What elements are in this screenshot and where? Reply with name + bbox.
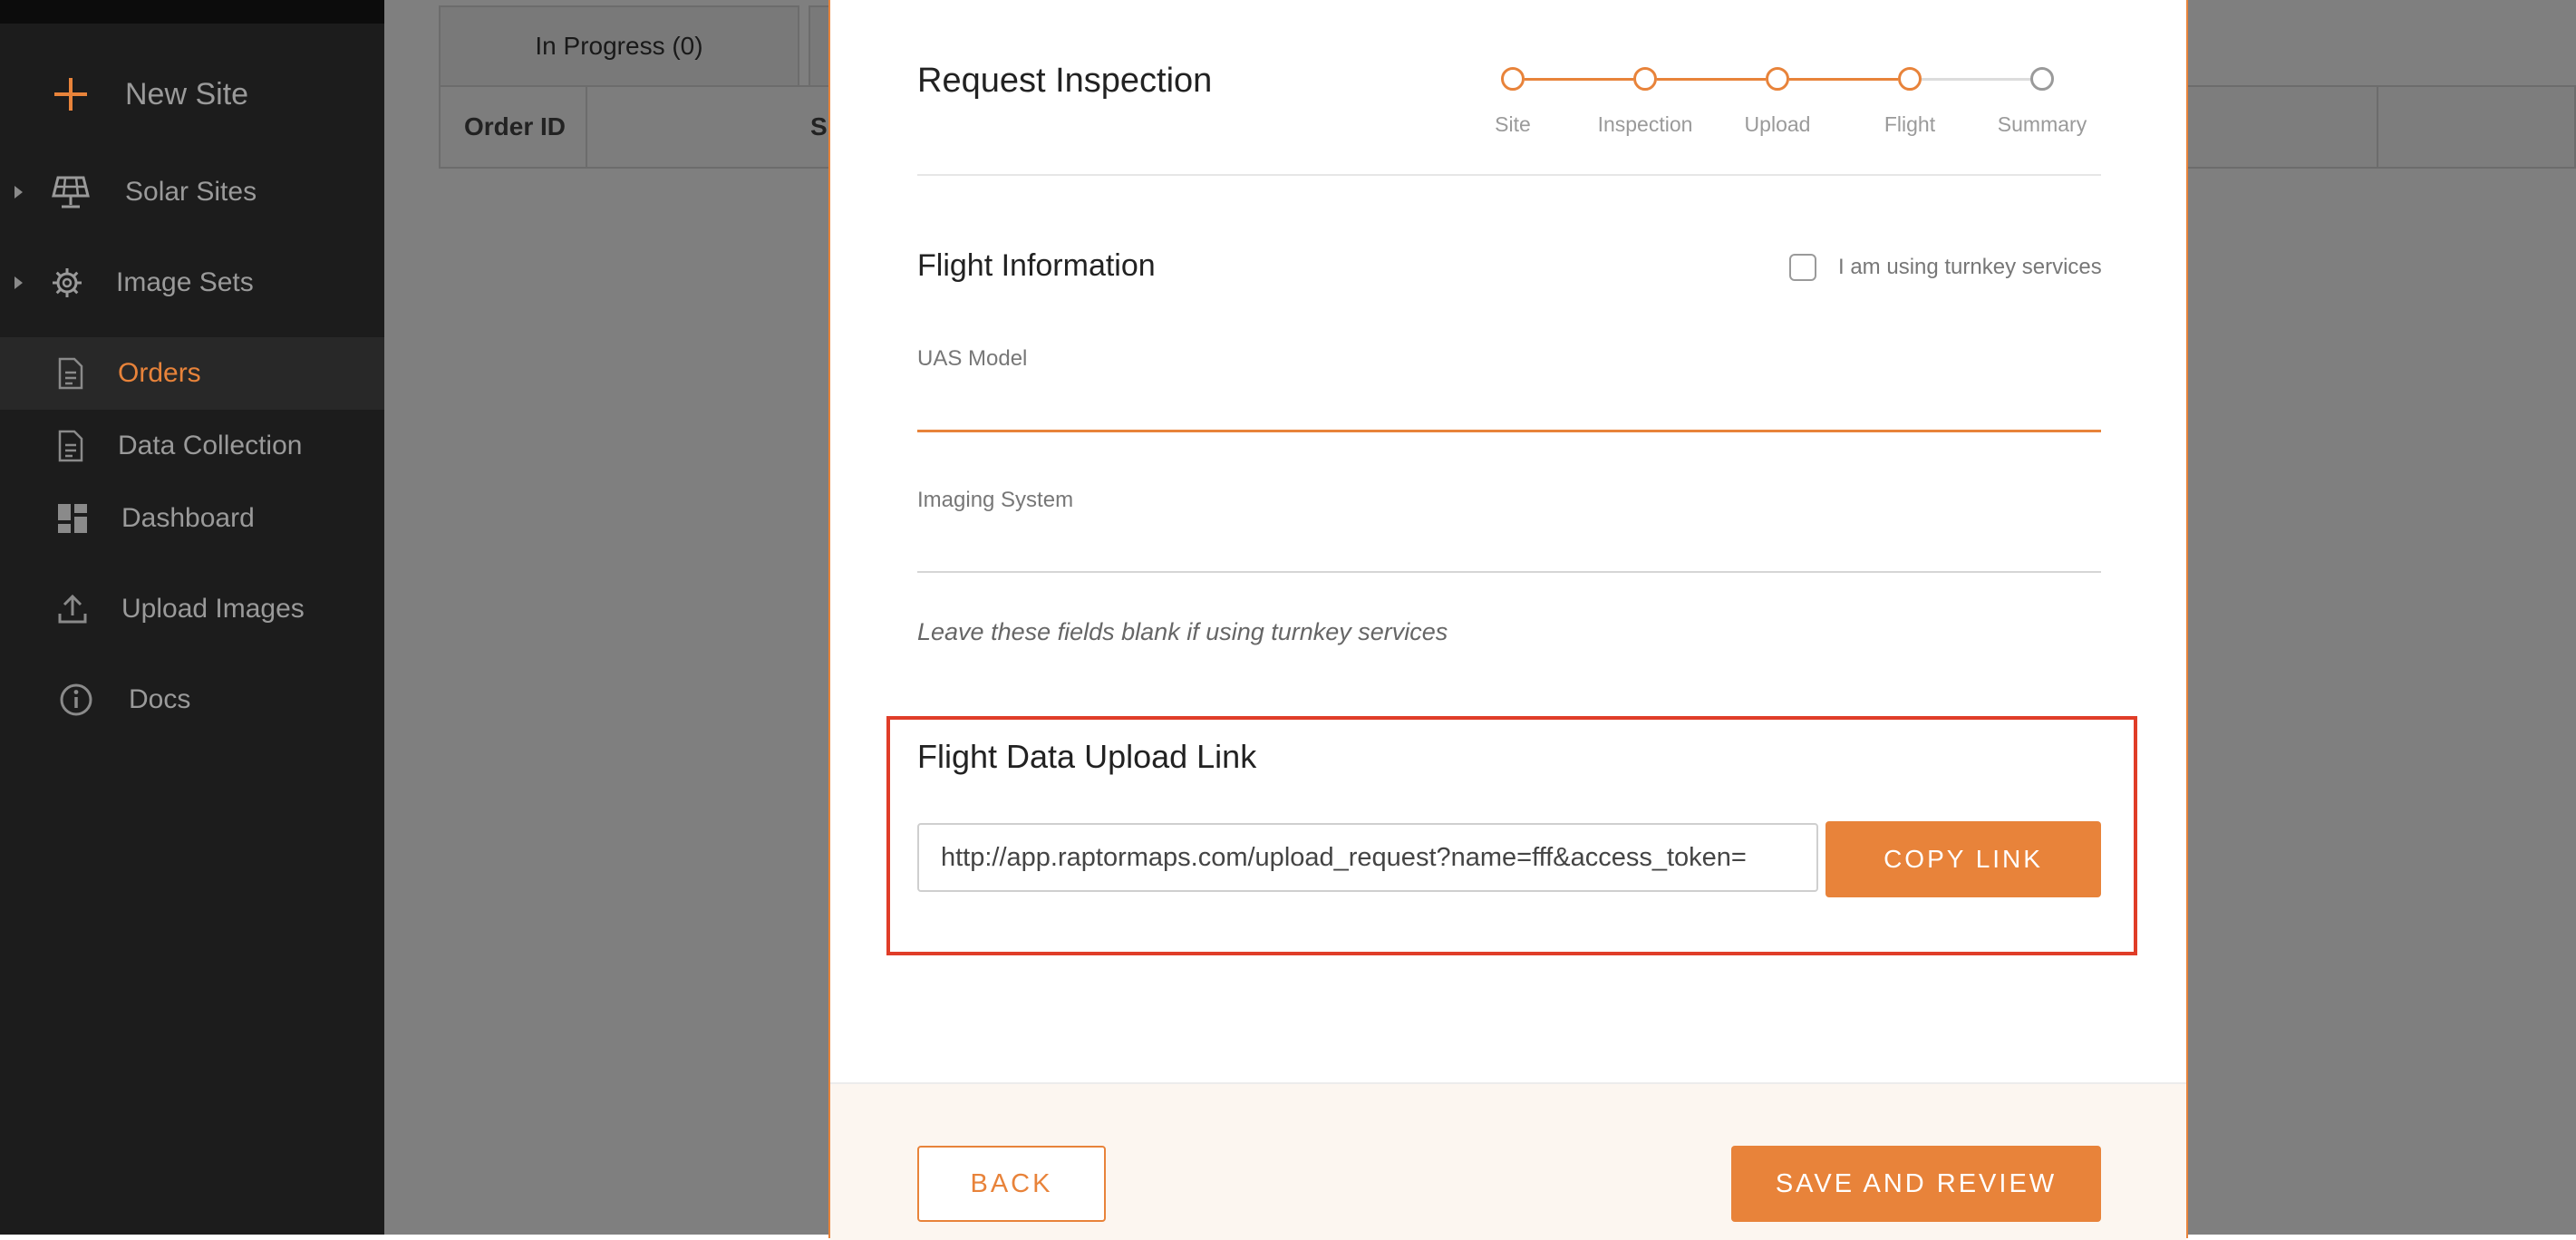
step-connector [1922, 78, 2030, 81]
step-label-summary: Summary [1997, 112, 2087, 136]
plus-icon [51, 74, 91, 114]
step-dot-flight[interactable] [1898, 67, 1922, 91]
modal-title: Request Inspection [917, 62, 1213, 100]
step-connector [1657, 78, 1766, 81]
step-dot-summary[interactable] [2030, 67, 2054, 91]
imaging-system-label: Imaging System [917, 488, 1074, 512]
uas-model-label: UAS Model [917, 346, 1028, 371]
sidebar-item-label: Solar Sites [125, 177, 257, 207]
upload-icon [53, 589, 92, 629]
request-inspection-modal: Request Inspection Site Inspection Uploa… [828, 0, 2188, 1240]
solar-panel-icon [51, 172, 91, 212]
gear-icon [47, 263, 87, 303]
sidebar-item-image-sets[interactable]: Image Sets [0, 247, 384, 319]
turnkey-services-option[interactable]: I am using turnkey services [1789, 254, 2102, 281]
dashboard-icon [53, 499, 92, 538]
turnkey-label: I am using turnkey services [1838, 255, 2102, 279]
document-icon [51, 354, 91, 393]
sidebar-item-dashboard[interactable]: Dashboard [0, 482, 384, 555]
turnkey-checkbox[interactable] [1789, 254, 1816, 281]
sidebar-item-docs[interactable]: Docs [0, 664, 384, 736]
step-label-flight: Flight [1884, 112, 1936, 136]
sidebar-item-label: New Site [125, 76, 249, 111]
sidebar-item-data-collection[interactable]: Data Collection [0, 410, 384, 482]
sidebar-item-new-site[interactable]: New Site [0, 58, 384, 131]
step-label-site: Site [1495, 112, 1531, 136]
step-connector [1525, 78, 1633, 81]
sidebar-item-label: Docs [129, 684, 191, 714]
step-dot-site[interactable] [1501, 67, 1525, 91]
modal-footer: BACK SAVE AND REVIEW [830, 1082, 2186, 1240]
sidebar-item-label: Upload Images [121, 594, 305, 624]
step-dot-inspection[interactable] [1633, 67, 1657, 91]
sidebar-item-label: Dashboard [121, 503, 255, 533]
info-icon [56, 680, 96, 720]
sidebar: New Site Solar Sites Image Sets Orders D… [0, 0, 384, 1235]
imaging-system-input[interactable] [917, 520, 2101, 571]
sidebar-item-solar-sites[interactable]: Solar Sites [0, 156, 384, 228]
sidebar-item-upload-images[interactable]: Upload Images [0, 573, 384, 645]
flight-information-title: Flight Information [917, 248, 1156, 283]
step-dot-upload[interactable] [1766, 67, 1789, 91]
title-divider [917, 174, 2101, 176]
turnkey-hint: Leave these fields blank if using turnke… [917, 618, 1448, 645]
sidebar-top-bar [0, 0, 384, 24]
copy-link-button[interactable]: COPY LINK [1825, 821, 2101, 897]
step-label-upload: Upload [1744, 112, 1811, 136]
save-and-review-button[interactable]: SAVE AND REVIEW [1731, 1146, 2101, 1222]
step-connector [1789, 78, 1898, 81]
uas-model-input[interactable] [917, 379, 2101, 430]
sidebar-item-label: Orders [118, 358, 201, 388]
caret-right-icon [15, 186, 23, 199]
upload-link-title: Flight Data Upload Link [917, 738, 1257, 775]
imaging-system-underline [917, 571, 2101, 573]
sidebar-item-orders[interactable]: Orders [0, 337, 384, 410]
sidebar-item-label: Data Collection [118, 431, 303, 460]
back-button[interactable]: BACK [917, 1146, 1106, 1222]
progress-stepper: Site Inspection Upload Flight Summary [1495, 63, 2135, 145]
caret-right-icon [15, 276, 23, 289]
document-icon [51, 426, 91, 466]
sidebar-item-label: Image Sets [116, 267, 254, 297]
step-label-inspection: Inspection [1597, 112, 1693, 136]
uas-model-underline [917, 430, 2101, 432]
upload-link-field[interactable] [917, 823, 1818, 892]
